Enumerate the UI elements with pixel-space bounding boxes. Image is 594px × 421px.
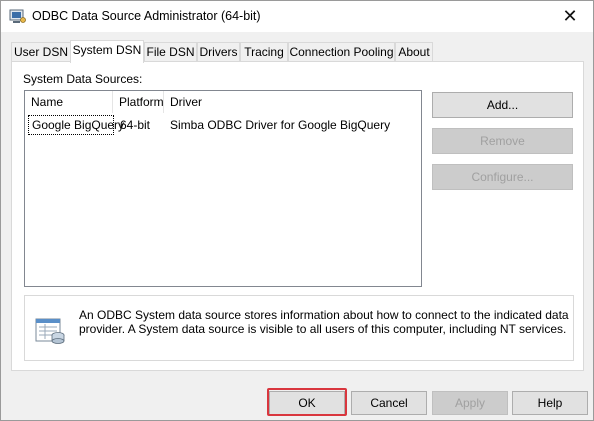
info-description: An ODBC System data source stores inform…: [79, 308, 569, 336]
ok-button[interactable]: OK: [269, 391, 345, 415]
dsn-name-cell[interactable]: Google BigQuery: [28, 115, 124, 135]
odbc-app-icon: [9, 8, 26, 24]
close-button[interactable]: ✕: [547, 1, 593, 32]
help-button[interactable]: Help: [512, 391, 588, 415]
dsn-platform-cell[interactable]: 64-bit: [116, 115, 166, 135]
close-icon[interactable]: ✕: [562, 6, 577, 27]
list-header: Name Platform Driver: [25, 91, 421, 113]
odbc-dialog-window: ODBC Data Source Administrator (64-bit) …: [0, 0, 594, 421]
data-sources-list[interactable]: Name Platform Driver Google BigQuery 64-…: [24, 90, 422, 287]
title-bar[interactable]: ODBC Data Source Administrator (64-bit) …: [1, 1, 593, 32]
info-box: An ODBC System data source stores inform…: [24, 295, 574, 361]
configure-button[interactable]: Configure...: [432, 164, 573, 190]
tab-user-dsn[interactable]: User DSN: [11, 42, 71, 62]
list-item[interactable]: Google BigQuery 64-bit Simba ODBC Driver…: [25, 115, 421, 135]
tab-connection-pooling[interactable]: Connection Pooling: [288, 42, 395, 62]
system-dsn-panel: System Data Sources: Name Platform Drive…: [11, 61, 584, 371]
tab-about[interactable]: About: [395, 42, 433, 62]
column-header-platform[interactable]: Platform: [113, 91, 164, 113]
add-button[interactable]: Add...: [432, 92, 573, 118]
cancel-button[interactable]: Cancel: [351, 391, 427, 415]
tab-drivers[interactable]: Drivers: [197, 42, 240, 62]
apply-button[interactable]: Apply: [432, 391, 508, 415]
tab-tracing[interactable]: Tracing: [240, 42, 288, 62]
window-title: ODBC Data Source Administrator (64-bit): [32, 9, 261, 23]
dsn-driver-cell[interactable]: Simba ODBC Driver for Google BigQuery: [166, 115, 420, 135]
remove-button[interactable]: Remove: [432, 128, 573, 154]
tab-file-dsn[interactable]: File DSN: [144, 42, 197, 62]
data-source-info-icon: [34, 313, 66, 345]
column-header-driver[interactable]: Driver: [164, 91, 421, 113]
tab-system-dsn[interactable]: System DSN: [70, 40, 144, 63]
column-header-name[interactable]: Name: [25, 91, 113, 113]
system-data-sources-label: System Data Sources:: [23, 72, 143, 86]
